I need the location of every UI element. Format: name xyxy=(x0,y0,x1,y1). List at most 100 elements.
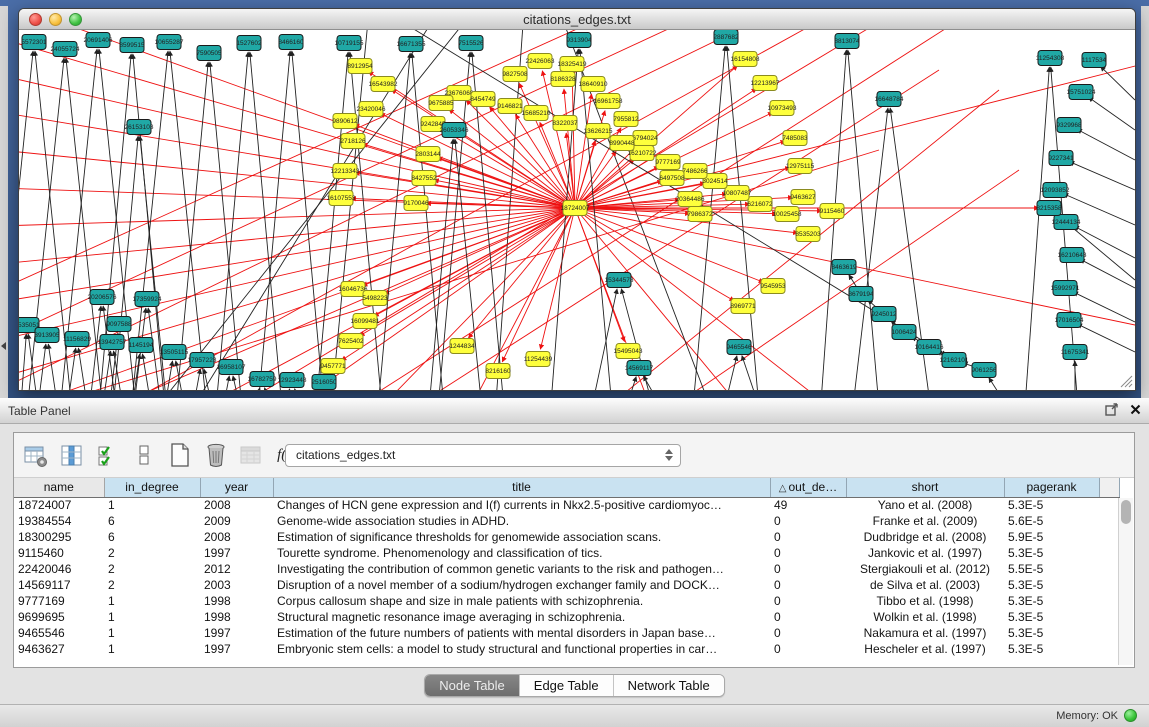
import-table-icon[interactable] xyxy=(238,442,265,469)
graph-node[interactable]: 10719155 xyxy=(335,36,364,51)
column-visibility-icon[interactable] xyxy=(58,442,85,469)
graph-node[interactable]: 8186328 xyxy=(550,72,576,87)
table-cell[interactable]: Stergiakouli et al. (2012) xyxy=(846,561,1004,577)
graph-node[interactable]: 18640910 xyxy=(579,77,608,92)
tab-node-table[interactable]: Node Table xyxy=(425,675,520,696)
graph-node[interactable]: 15992971 xyxy=(1051,281,1080,296)
graph-node[interactable]: 5572301 xyxy=(21,35,47,50)
graph-node[interactable]: 10655287 xyxy=(155,35,184,50)
table-cell[interactable]: 1998 xyxy=(200,609,273,625)
graph-node[interactable]: 20364486 xyxy=(676,192,705,207)
graph-node[interactable]: 26053346 xyxy=(440,123,469,138)
graph-node[interactable]: 8427552 xyxy=(411,171,437,186)
table-cell[interactable]: 2012 xyxy=(200,561,273,577)
column-header-name[interactable]: name xyxy=(14,478,104,497)
graph-node[interactable]: 9675885 xyxy=(428,96,454,111)
table-cell[interactable]: 6 xyxy=(104,513,200,529)
table-cell[interactable]: 14569117 xyxy=(14,577,104,593)
close-panel-icon[interactable] xyxy=(1130,404,1141,415)
graph-node[interactable]: 8599515 xyxy=(119,38,145,53)
graph-node[interactable]: 8466160 xyxy=(278,35,304,50)
graph-node[interactable]: 23420046 xyxy=(357,102,386,117)
table-cell[interactable]: 5.3E-5 xyxy=(1004,577,1099,593)
table-cell[interactable]: Estimation of the future numbers of pati… xyxy=(273,625,770,641)
table-cell[interactable]: 1 xyxy=(104,609,200,625)
table-cell[interactable]: Estimation of significance thresholds fo… xyxy=(273,529,770,545)
graph-node[interactable]: 14569117 xyxy=(625,361,654,376)
table-cell[interactable]: Dudbridge et al. (2008) xyxy=(846,529,1004,545)
graph-node[interactable]: 20206576 xyxy=(88,290,117,305)
tab-edge-table[interactable]: Edge Table xyxy=(520,675,614,696)
table-cell[interactable]: Franke et al. (2009) xyxy=(846,513,1004,529)
graph-node[interactable]: 8679194 xyxy=(848,287,874,302)
graph-node[interactable]: 16961758 xyxy=(594,94,623,109)
table-cell[interactable]: de Silva et al. (2003) xyxy=(846,577,1004,593)
table-cell[interactable]: 5.3E-5 xyxy=(1004,625,1099,641)
table-row[interactable]: 977716911998Corpus callosum shape and si… xyxy=(14,593,1120,609)
table-cell[interactable]: 9777169 xyxy=(14,593,104,609)
tab-network-table[interactable]: Network Table xyxy=(614,675,724,696)
graph-node[interactable]: 17957223 xyxy=(188,353,217,368)
graph-node[interactable]: 8969771 xyxy=(730,299,756,314)
graph-node[interactable]: 16543982 xyxy=(369,77,398,92)
graph-node[interactable]: 9313904 xyxy=(566,33,592,48)
graph-node[interactable]: 12975115 xyxy=(786,159,815,174)
graph-node[interactable]: 18724007 xyxy=(561,201,590,216)
table-cell[interactable]: 1 xyxy=(104,497,200,513)
table-cell[interactable]: 18724007 xyxy=(14,497,104,513)
graph-node[interactable]: 11254439 xyxy=(524,352,553,367)
table-cell[interactable]: Changes of HCN gene expression and I(f) … xyxy=(273,497,770,513)
graph-node[interactable]: 24055724 xyxy=(51,42,80,57)
graph-node[interactable]: 8322037 xyxy=(552,116,578,131)
column-header-out_de[interactable]: △out_de… xyxy=(770,478,846,497)
graph-node[interactable]: 18325419 xyxy=(558,57,587,72)
table-cell[interactable]: 5.6E-5 xyxy=(1004,513,1099,529)
table-row[interactable]: 1456911722003Disruption of a novel membe… xyxy=(14,577,1120,593)
graph-node[interactable]: 16671355 xyxy=(397,37,426,52)
graph-node[interactable]: 8813074 xyxy=(834,34,860,49)
graph-node[interactable]: 10807487 xyxy=(723,186,752,201)
table-cell[interactable]: 5.5E-5 xyxy=(1004,561,1099,577)
table-cell[interactable]: 6 xyxy=(104,529,200,545)
graph-node[interactable]: 9777169 xyxy=(655,155,681,170)
graph-node[interactable]: 8454749 xyxy=(470,92,496,107)
graph-node[interactable]: 1006424 xyxy=(891,325,917,340)
table-cell[interactable]: 5.3E-5 xyxy=(1004,641,1099,657)
table-cell[interactable]: 0 xyxy=(770,641,846,657)
table-cell[interactable]: Corpus callosum shape and size in male p… xyxy=(273,593,770,609)
table-cell[interactable]: Yano et al. (2008) xyxy=(846,497,1004,513)
graph-node[interactable]: 6497508 xyxy=(659,171,685,186)
graph-node[interactable]: 20691406 xyxy=(84,33,113,48)
table-row[interactable]: 1938455462009Genome-wide association stu… xyxy=(14,513,1120,529)
scrollbar-thumb[interactable] xyxy=(1121,500,1131,524)
graph-node[interactable]: 7625402 xyxy=(338,334,364,349)
graph-node[interactable]: 22426063 xyxy=(526,54,555,69)
table-cell[interactable]: Investigating the contribution of common… xyxy=(273,561,770,577)
graph-node[interactable]: 9061256 xyxy=(971,363,997,378)
table-cell[interactable]: Hescheler et al. (1997) xyxy=(846,641,1004,657)
graph-node[interactable]: 7986372 xyxy=(687,207,713,222)
graph-node[interactable]: 9097588 xyxy=(106,317,132,332)
graph-node[interactable]: 12213343 xyxy=(331,164,360,179)
graph-node[interactable]: 8912954 xyxy=(347,59,373,74)
graph-node[interactable]: 11675341 xyxy=(1061,345,1090,360)
collapse-left-icon[interactable] xyxy=(1,342,6,350)
new-column-icon[interactable] xyxy=(166,442,193,469)
graph-node[interactable]: 7590505 xyxy=(196,46,222,61)
resize-grip-icon[interactable] xyxy=(1119,374,1133,388)
graph-node[interactable]: 9890612 xyxy=(332,114,358,129)
graph-node[interactable]: 8216160 xyxy=(485,364,511,379)
table-cell[interactable]: 9465546 xyxy=(14,625,104,641)
table-cell[interactable]: 2 xyxy=(104,577,200,593)
graph-node[interactable]: 8990448 xyxy=(609,136,635,151)
delete-column-icon[interactable] xyxy=(202,442,229,469)
table-cell[interactable]: 0 xyxy=(770,577,846,593)
graph-node[interactable]: 13505115 xyxy=(160,345,189,360)
graph-node[interactable]: 2718126 xyxy=(340,134,366,149)
table-cell[interactable]: 2008 xyxy=(200,497,273,513)
table-cell[interactable]: 1997 xyxy=(200,625,273,641)
table-cell[interactable]: 2003 xyxy=(200,577,273,593)
table-cell[interactable]: Nakamura et al. (1997) xyxy=(846,625,1004,641)
table-row[interactable]: 969969511998Structural magnetic resonanc… xyxy=(14,609,1120,625)
table-cell[interactable]: Genome-wide association studies in ADHD. xyxy=(273,513,770,529)
